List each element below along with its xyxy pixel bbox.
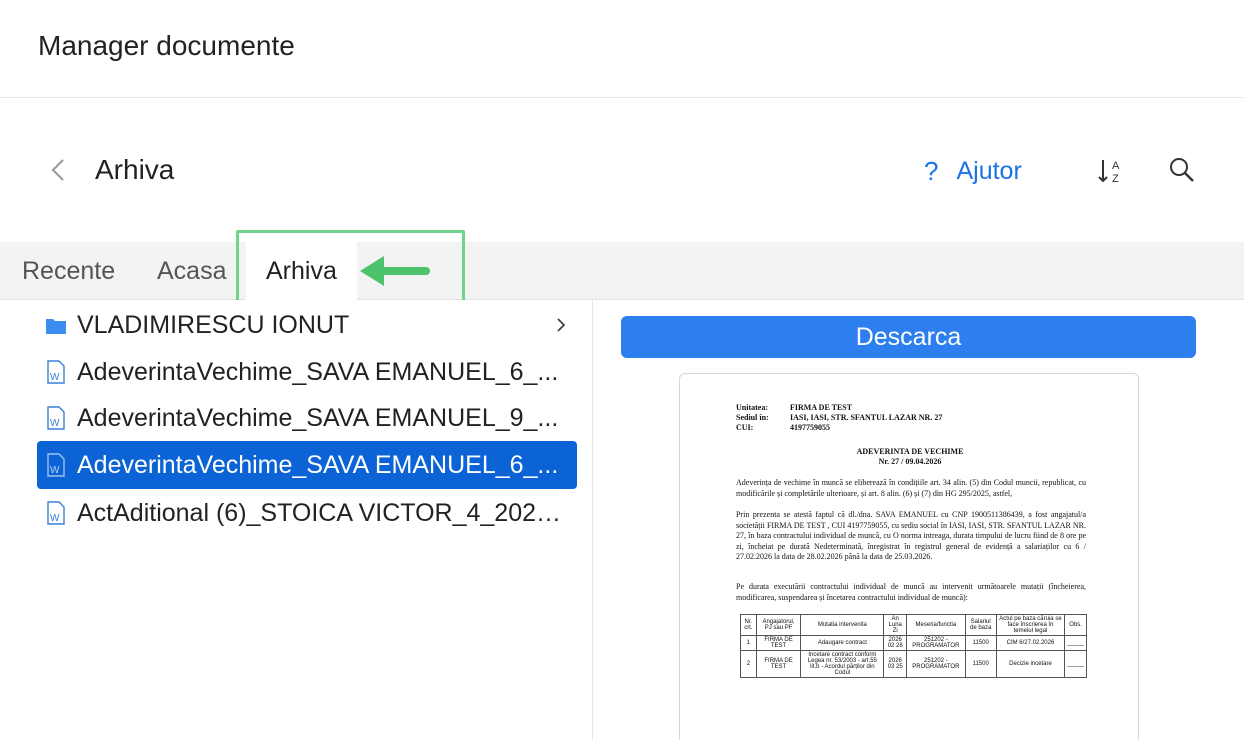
file-list: VLADIMIRESCU IONUT W AdeverintaVechime_S… [0, 300, 593, 740]
table-row: 1 FIRMA DE TEST Adaugare contract 2026 0… [740, 635, 1087, 651]
list-item-selected[interactable]: W AdeverintaVechime_SAVA EMANUEL_6_... [37, 441, 577, 489]
doc-number: Nr. 27 / 09.04.2026 [878, 457, 942, 466]
doc-paragraph-1: Adeverința de vechime în muncă se eliber… [736, 478, 1086, 498]
list-item-folder[interactable]: VLADIMIRESCU IONUT [37, 301, 577, 349]
download-button[interactable]: Descarca [621, 316, 1196, 358]
document-preview-pane: Descarca Unitatea: FIRMA DE TEST Sediul î… [594, 300, 1244, 740]
tab-arhiva[interactable]: Arhiva [246, 242, 357, 300]
tab-recente[interactable]: Recente [2, 242, 135, 300]
list-item[interactable]: W ActAditional (6)_STOICA VICTOR_4_2026.… [37, 489, 577, 537]
svg-text:Z: Z [1112, 173, 1119, 185]
doc-heading: ADEVERINTA DE VECHIME [856, 447, 964, 456]
svg-text:W: W [50, 372, 60, 383]
list-item[interactable]: W AdeverintaVechime_SAVA EMANUEL_9_... [37, 394, 577, 442]
page-header: Arhiva ? Ajutor A Z [0, 98, 1244, 242]
doc-cui: CUI: 4197759055 [736, 423, 830, 432]
table-header-row: Nr. crt. Angajatorul, PJ sau PF Mutatia … [740, 614, 1087, 636]
svg-text:W: W [50, 513, 60, 524]
table-row: 2 FIRMA DE TEST Incetare contract confor… [740, 650, 1087, 678]
folder-icon [46, 319, 66, 334]
svg-text:W: W [50, 418, 60, 429]
list-item-label: AdeverintaVechime_SAVA EMANUEL_9_... [77, 403, 559, 432]
app-title: Manager documente [38, 30, 295, 61]
doc-mutations-table: Nr. crt. Angajatorul, PJ sau PF Mutatia … [740, 614, 1087, 678]
chevron-right-icon [557, 318, 566, 332]
word-document-icon: W [47, 501, 65, 525]
list-item-label: AdeverintaVechime_SAVA EMANUEL_6_... [77, 357, 559, 386]
svg-text:A: A [1112, 160, 1120, 172]
word-document-icon: W [47, 360, 65, 384]
tab-acasa[interactable]: Acasa [137, 242, 246, 300]
svg-text:W: W [50, 465, 60, 476]
word-document-icon: W [47, 406, 65, 430]
app-topbar: Manager documente [0, 0, 1244, 98]
list-item-label: ActAditional (6)_STOICA VICTOR_4_2026... [77, 498, 567, 527]
doc-seat: Sediul în: IASI, IASI, STR. SFANTUL LAZAR… [736, 413, 943, 422]
tab-bar: Recente Acasa Arhiva [0, 242, 1244, 300]
search-icon[interactable] [1168, 156, 1196, 184]
doc-paragraph-2: Prin prezenta se atestă faptul că dl./dn… [736, 510, 1086, 561]
doc-unit: Unitatea: FIRMA DE TEST [736, 403, 853, 412]
help-label: Ajutor [956, 156, 1022, 185]
list-item-label: AdeverintaVechime_SAVA EMANUEL_6_... [77, 450, 559, 479]
document-preview[interactable]: Unitatea: FIRMA DE TEST Sediul în: IASI, I… [679, 373, 1139, 740]
question-icon: ? [924, 155, 939, 186]
word-document-icon: W [47, 453, 65, 477]
chevron-left-icon[interactable] [44, 156, 72, 184]
sort-az-icon[interactable]: A Z [1096, 156, 1126, 186]
doc-paragraph-3: Pe durata executării contractului indivi… [736, 582, 1086, 602]
page-title: Arhiva [95, 154, 175, 185]
help-button[interactable]: ? Ajutor [924, 154, 1022, 188]
list-item[interactable]: W AdeverintaVechime_SAVA EMANUEL_6_... [37, 348, 577, 396]
list-item-label: VLADIMIRESCU IONUT [77, 310, 350, 339]
